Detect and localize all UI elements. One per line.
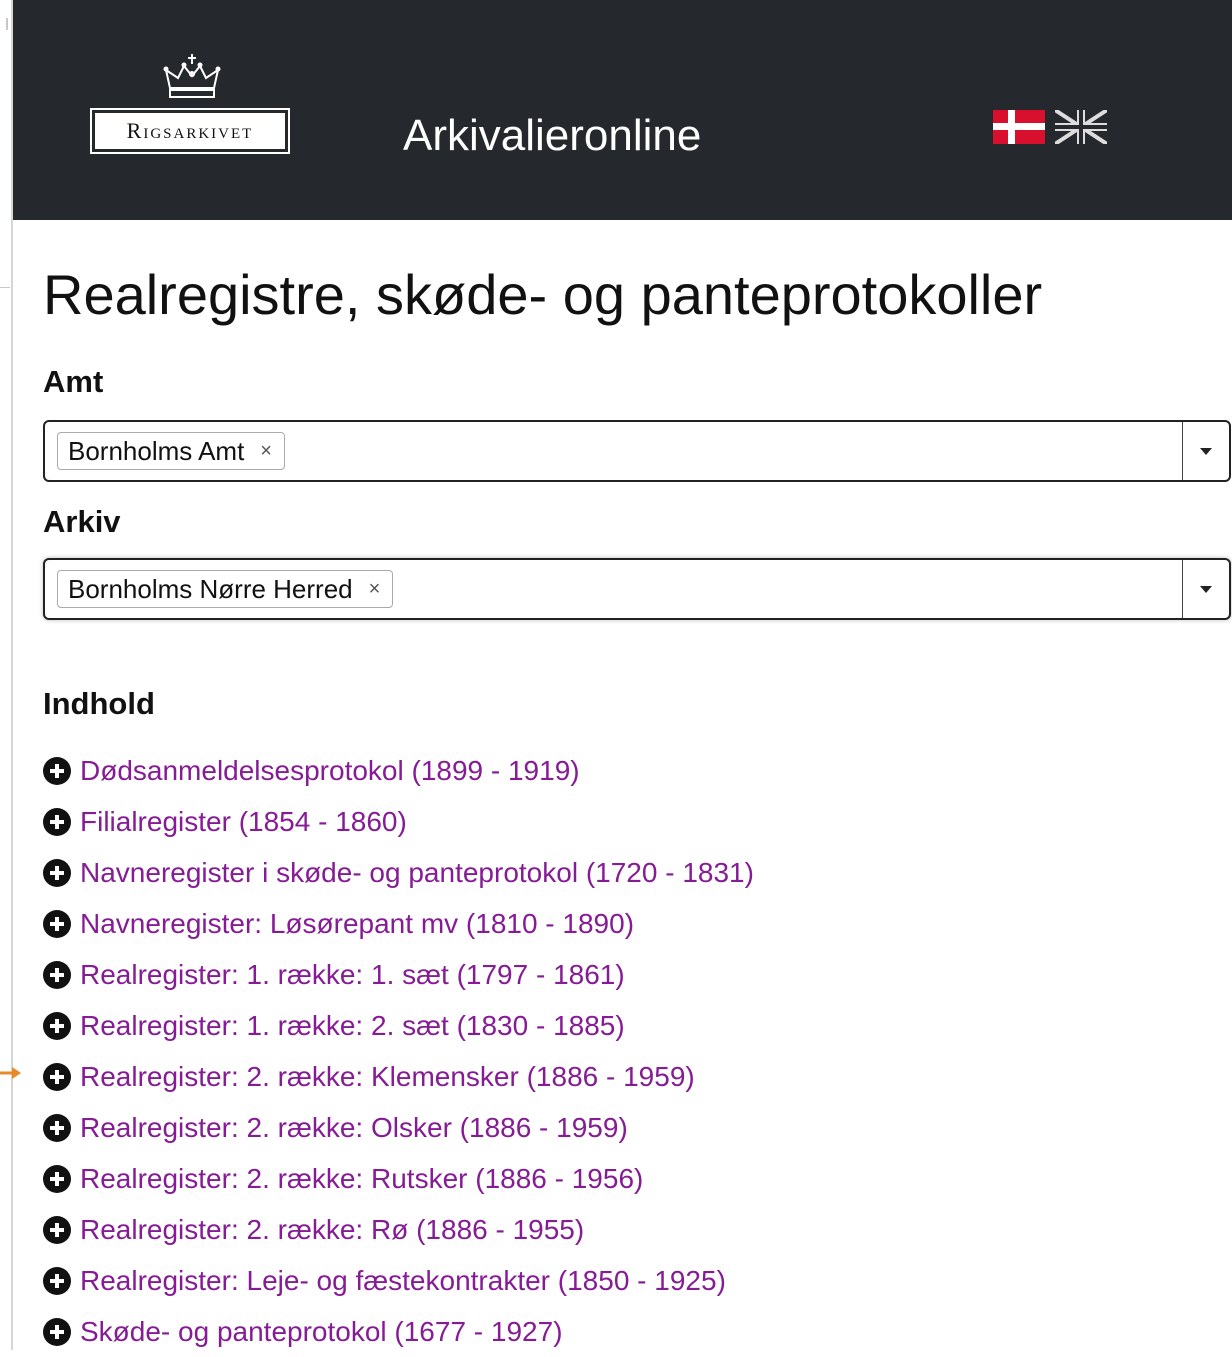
content-link[interactable]: Navneregister i skøde- og panteprotokol …: [80, 857, 754, 889]
plus-circle-icon[interactable]: [43, 1011, 71, 1040]
list-item: Dødsanmeldelsesprotokol (1899 - 1919): [43, 745, 754, 796]
page-title: Realregistre, skøde- og panteprotokoller: [43, 263, 1043, 326]
list-item: Realregister: 2. række: Rø (1886 - 1955): [43, 1204, 754, 1255]
plus-circle-icon[interactable]: [43, 756, 71, 785]
logo-text: Rigsarkivet: [126, 118, 254, 143]
content-link[interactable]: Realregister: 2. række: Rø (1886 - 1955): [80, 1214, 584, 1246]
logo-plate: Rigsarkivet: [95, 113, 285, 149]
arkiv-select[interactable]: Bornholms Nørre Herred ×: [43, 558, 1231, 620]
arkiv-remove-icon[interactable]: ×: [369, 578, 381, 601]
content-heading: Indhold: [43, 686, 155, 721]
amt-remove-icon[interactable]: ×: [260, 440, 272, 463]
list-item: Realregister: 1. række: 2. sæt (1830 - 1…: [43, 1000, 754, 1051]
window-left-edge: [0, 0, 13, 1350]
amt-selected-chip: Bornholms Amt ×: [57, 432, 285, 470]
crown-icon: [163, 54, 221, 98]
arkiv-selected-value: Bornholms Nørre Herred: [68, 573, 353, 604]
list-item: Realregister: 2. række: Rutsker (1886 - …: [43, 1153, 754, 1204]
uk-flag-icon[interactable]: [1055, 110, 1107, 144]
arkiv-selected-chip: Bornholms Nørre Herred ×: [57, 570, 394, 608]
plus-circle-icon[interactable]: [43, 807, 71, 836]
amt-selected-value: Bornholms Amt: [68, 435, 245, 466]
content-link[interactable]: Dødsanmeldelsesprotokol (1899 - 1919): [80, 755, 580, 787]
amt-select[interactable]: Bornholms Amt ×: [43, 420, 1231, 482]
list-item: Realregister: 1. række: 1. sæt (1797 - 1…: [43, 949, 754, 1000]
amt-dropdown-toggle[interactable]: [1182, 422, 1229, 480]
list-item: Realregister: 2. række: Olsker (1886 - 1…: [43, 1102, 754, 1153]
list-item: Navneregister: Løsørepant mv (1810 - 189…: [43, 898, 754, 949]
danish-flag-icon[interactable]: [993, 110, 1045, 144]
caret-down-icon: [1200, 585, 1212, 593]
plus-circle-icon[interactable]: [43, 1164, 71, 1193]
site-title[interactable]: Arkivalieronline: [403, 108, 701, 164]
logo-frame: Rigsarkivet: [90, 108, 290, 154]
content-link[interactable]: Navneregister: Løsørepant mv (1810 - 189…: [80, 908, 634, 940]
content-link[interactable]: Realregister: Leje- og fæstekontrakter (…: [80, 1265, 726, 1297]
plus-circle-icon[interactable]: [43, 1113, 71, 1142]
language-switcher: [993, 110, 1107, 144]
arrow-pointer-icon: [0, 1067, 21, 1079]
edge-tick: [6, 18, 8, 30]
rigsarkivet-logo[interactable]: Rigsarkivet: [90, 48, 294, 158]
plus-circle-icon[interactable]: [43, 960, 71, 989]
list-item: Navneregister i skøde- og panteprotokol …: [43, 847, 754, 898]
content-link[interactable]: Skøde- og panteprotokol (1677 - 1927): [80, 1316, 563, 1348]
content-link[interactable]: Filialregister (1854 - 1860): [80, 806, 407, 838]
amt-label: Amt: [43, 364, 104, 399]
content-link[interactable]: Realregister: 1. række: 2. sæt (1830 - 1…: [80, 1010, 625, 1042]
caret-down-icon: [1200, 447, 1212, 455]
content-link[interactable]: Realregister: 1. række: 1. sæt (1797 - 1…: [80, 959, 625, 991]
plus-circle-icon[interactable]: [43, 1062, 71, 1091]
list-item: Realregister: 2. række: Klemensker (1886…: [43, 1051, 754, 1102]
plus-circle-icon[interactable]: [43, 858, 71, 887]
content-link[interactable]: Realregister: 2. række: Klemensker (1886…: [80, 1061, 695, 1093]
plus-circle-icon[interactable]: [43, 1266, 71, 1295]
plus-circle-icon[interactable]: [43, 1215, 71, 1244]
list-item: Skøde- og panteprotokol (1677 - 1927): [43, 1306, 754, 1357]
arkiv-label: Arkiv: [43, 504, 121, 539]
site-header: Rigsarkivet Arkivalieronline: [13, 0, 1232, 220]
plus-circle-icon[interactable]: [43, 1317, 71, 1346]
content-link[interactable]: Realregister: 2. række: Rutsker (1886 - …: [80, 1163, 643, 1195]
plus-circle-icon[interactable]: [43, 909, 71, 938]
list-item: Realregister: Leje- og fæstekontrakter (…: [43, 1255, 754, 1306]
edge-tick: [0, 287, 10, 288]
content-link[interactable]: Realregister: 2. række: Olsker (1886 - 1…: [80, 1112, 628, 1144]
arkiv-dropdown-toggle[interactable]: [1182, 560, 1229, 618]
list-item: Filialregister (1854 - 1860): [43, 796, 754, 847]
content-list: Dødsanmeldelsesprotokol (1899 - 1919) Fi…: [43, 745, 754, 1357]
